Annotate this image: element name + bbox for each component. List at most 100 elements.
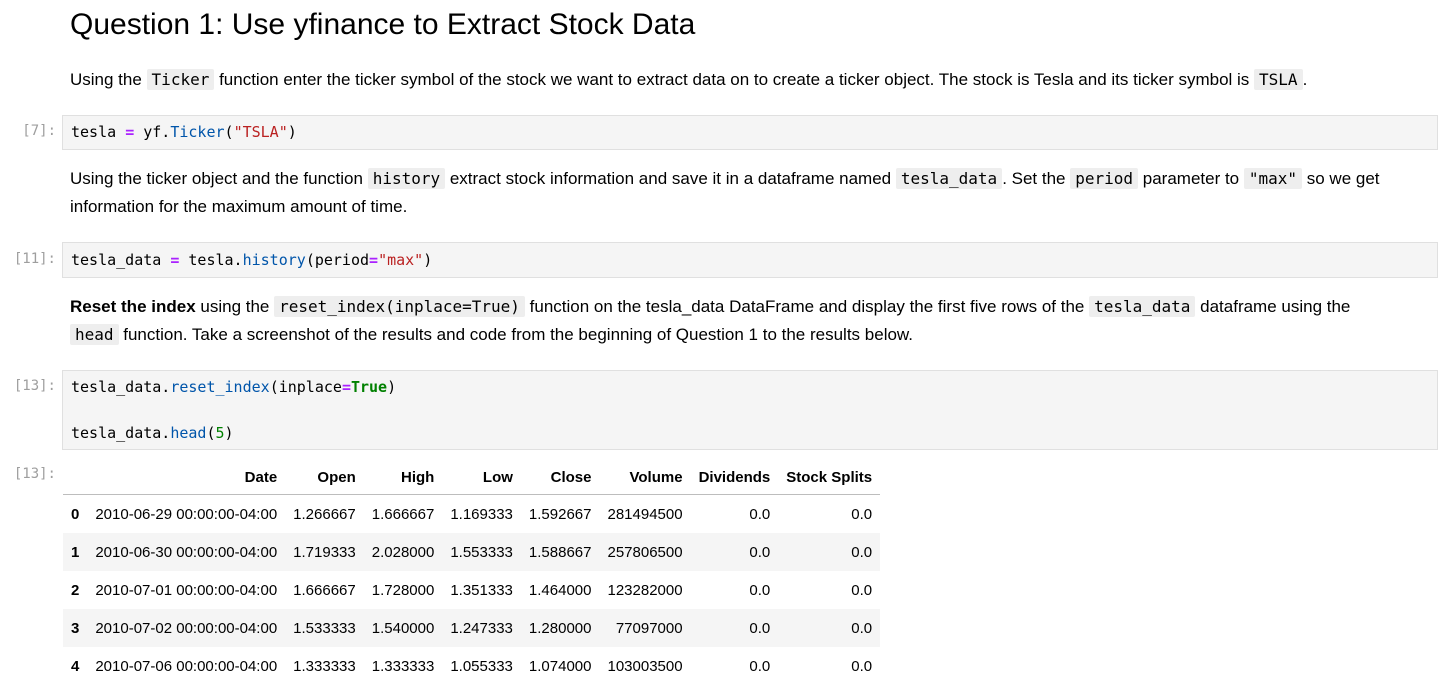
inline-code: Ticker xyxy=(146,69,215,90)
table-cell: 1.728000 xyxy=(371,581,435,599)
code-token: (inplace xyxy=(269,378,342,396)
code-cell-reset-head[interactable]: tesla_data.reset_index(inplace=True) tes… xyxy=(62,370,1438,450)
row-index: 2 xyxy=(71,581,80,599)
table-cell: 1.464000 xyxy=(528,581,592,599)
code-token: ) xyxy=(287,123,297,141)
column-header: Stock Splits xyxy=(778,460,881,495)
instruction-text: Using the ticker object and the function… xyxy=(70,165,1400,221)
table-cell: 1.169333 xyxy=(450,505,513,523)
table-cell: 0.0 xyxy=(749,505,771,523)
output-prompt: [13]: xyxy=(13,466,56,482)
table-cell: 0.0 xyxy=(851,505,873,523)
table-cell: 2010-06-30 00:00:00-04:00 xyxy=(95,543,278,561)
code-token: 5 xyxy=(215,424,225,442)
text-span: function enter the ticker symbol of the … xyxy=(214,70,1255,89)
table-cell: 0.0 xyxy=(749,657,771,675)
table-cell: 0.0 xyxy=(851,543,873,561)
table-cell: 1.333333 xyxy=(371,657,435,675)
text-span: dataframe using the xyxy=(1195,297,1351,316)
cell-prompt: [7]: xyxy=(22,123,56,139)
markdown-cell-history-instructions[interactable]: Using the ticker object and the function… xyxy=(70,165,1400,221)
table-cell: 0.0 xyxy=(749,581,771,599)
table-cell: 77097000 xyxy=(615,619,683,637)
table-row: 2 2010-07-01 00:00:00-04:00 1.666667 1.7… xyxy=(63,571,880,609)
code-token: yf. xyxy=(134,123,171,141)
table-row: 1 2010-06-30 00:00:00-04:00 1.719333 2.0… xyxy=(63,533,881,571)
table-header-row: Date Open High Low Close Volume Dividend… xyxy=(63,460,881,495)
table-cell: 1.266667 xyxy=(293,505,356,523)
table-cell: 1.592667 xyxy=(528,505,592,523)
table-cell: 103003500 xyxy=(607,657,683,675)
text-span: . xyxy=(1302,70,1308,89)
code-line: tesla = yf.Ticker("TSLA") xyxy=(71,122,297,142)
text-span: Using the ticker object and the function xyxy=(70,169,368,188)
inline-code: history xyxy=(367,168,446,189)
code-token: Ticker xyxy=(170,123,225,141)
row-index: 0 xyxy=(71,505,80,523)
code-token: = xyxy=(341,378,351,396)
table-cell: 123282000 xyxy=(607,581,683,599)
table-row: 0 2010-06-29 00:00:00-04:00 1.266667 1.6… xyxy=(63,495,880,534)
table-cell: 0.0 xyxy=(749,619,771,637)
column-header: Dividends xyxy=(690,460,779,495)
table-cell: 1.333333 xyxy=(293,657,356,675)
code-token: reset_index xyxy=(170,378,270,396)
text-span: function on the tesla_data DataFrame and… xyxy=(524,297,1090,316)
row-index: 3 xyxy=(71,619,80,637)
table-cell: 2010-07-02 00:00:00-04:00 xyxy=(95,619,278,637)
code-token: head xyxy=(170,424,207,442)
markdown-cell-heading[interactable]: Question 1: Use yfinance to Extract Stoc… xyxy=(70,5,1400,45)
code-token: tesla. xyxy=(179,251,243,269)
table-cell: 1.055333 xyxy=(450,657,513,675)
code-token: ( xyxy=(224,123,234,141)
code-token: ) xyxy=(387,378,397,396)
bold-text: Reset the index xyxy=(70,297,196,316)
text-span: Using the xyxy=(70,70,147,89)
inline-code: head xyxy=(70,324,119,345)
code-token: = xyxy=(125,123,135,141)
table-cell: 1.351333 xyxy=(450,581,513,599)
code-token: tesla xyxy=(71,123,126,141)
code-cell-ticker[interactable]: tesla = yf.Ticker("TSLA") xyxy=(62,115,1438,150)
code-token: ) xyxy=(423,251,433,269)
column-header: Close xyxy=(520,460,600,495)
inline-code: tesla_data xyxy=(895,168,1003,189)
code-cell-history[interactable]: tesla_data = tesla.history(period="max") xyxy=(62,242,1438,278)
column-header: Date xyxy=(87,460,286,495)
row-index: 1 xyxy=(71,543,80,561)
table-row: 4 2010-07-06 00:00:00-04:00 1.333333 1.3… xyxy=(63,647,880,685)
table-cell: 0.0 xyxy=(851,581,873,599)
code-line: tesla_data = tesla.history(period="max") xyxy=(71,250,432,270)
table-cell: 2010-06-29 00:00:00-04:00 xyxy=(95,505,278,523)
table-cell: 1.719333 xyxy=(293,543,356,561)
table-cell: 1.540000 xyxy=(371,619,435,637)
table-cell: 0.0 xyxy=(749,543,771,561)
instruction-text: Using the Ticker function enter the tick… xyxy=(70,66,1400,94)
table-cell: 1.247333 xyxy=(450,619,513,637)
table-cell: 1.666667 xyxy=(293,581,356,599)
inline-code: tesla_data xyxy=(1089,296,1196,317)
cell-prompt: [11]: xyxy=(13,251,56,267)
markdown-cell-ticker-instructions[interactable]: Using the Ticker function enter the tick… xyxy=(70,66,1400,94)
table-cell: 1.280000 xyxy=(528,619,592,637)
table-cell: 0.0 xyxy=(851,619,873,637)
inline-code: reset_index(inplace=True) xyxy=(274,296,525,317)
table-cell: 0.0 xyxy=(851,657,873,675)
table-cell: 1.666667 xyxy=(371,505,435,523)
code-line: tesla_data.reset_index(inplace=True) xyxy=(71,377,396,397)
notebook: Question 1: Use yfinance to Extract Stoc… xyxy=(0,0,1448,700)
text-span: function. Take a screenshot of the resul… xyxy=(118,325,913,344)
code-token: ( xyxy=(206,424,216,442)
code-token: tesla_data xyxy=(71,251,171,269)
code-token: = xyxy=(369,251,379,269)
inline-code: period xyxy=(1070,168,1139,189)
code-token: (period xyxy=(305,251,370,269)
column-header xyxy=(63,460,88,495)
markdown-cell-reset-instructions[interactable]: Reset the index using the reset_index(in… xyxy=(70,293,1400,349)
code-token: tesla_data. xyxy=(71,378,171,396)
column-header: Low xyxy=(442,460,521,495)
question-heading: Question 1: Use yfinance to Extract Stoc… xyxy=(70,8,696,41)
table-cell: 2.028000 xyxy=(371,543,435,561)
column-header: Open xyxy=(285,460,364,495)
row-index: 4 xyxy=(71,657,80,675)
